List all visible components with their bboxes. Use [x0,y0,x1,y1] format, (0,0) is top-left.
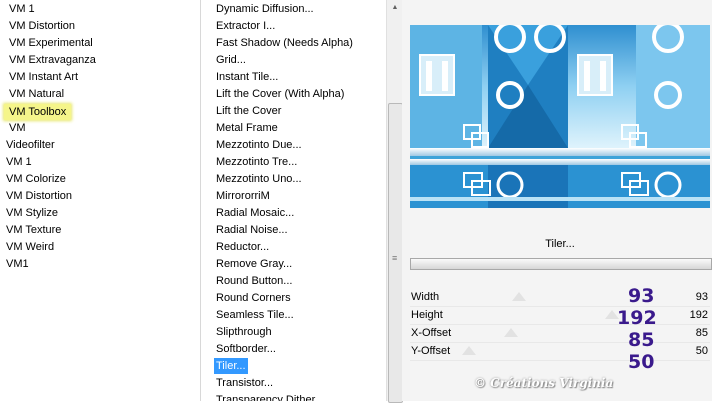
category-item[interactable]: VM 1 [6,154,32,170]
filter-item[interactable]: Dynamic Diffusion... [216,1,314,17]
param-value: 93 [695,291,708,303]
param-row-height[interactable]: Height 192 [410,307,710,325]
category-item[interactable]: VM Distortion [9,18,75,34]
slider-thumb-icon[interactable] [462,346,476,355]
category-item[interactable]: VM Extravaganza [9,52,96,68]
param-row-x-offset[interactable]: X-Offset 85 [410,325,710,343]
filter-preview-image [410,25,710,208]
filter-item[interactable]: Transistor... [216,375,273,391]
annotation-width-value: 93 [628,285,655,307]
preview-separator-bar [410,258,712,270]
filter-item[interactable]: Remove Gray... [216,256,292,272]
category-item[interactable]: VM Texture [6,222,61,238]
param-label: Width [411,291,440,303]
scroll-up-arrow-icon[interactable]: ▲ [387,0,403,16]
filter-item[interactable]: Mezzotinto Due... [216,137,302,153]
filter-item[interactable]: Mezzotinto Uno... [216,171,302,187]
filter-item[interactable]: Fast Shadow (Needs Alpha) [216,35,353,51]
grip-icon: ≡ [392,253,398,263]
filter-item[interactable]: Metal Frame [216,120,278,136]
annotation-height-value: 192 [617,307,657,329]
filter-list-scrollbar[interactable]: ▲ ≡ [386,0,403,403]
slider-thumb-icon[interactable] [504,328,518,337]
filter-item[interactable]: Softborder... [216,341,276,357]
category-item[interactable]: VM Stylize [6,205,58,221]
filter-item[interactable]: Reductor... [216,239,269,255]
filter-item[interactable]: Grid... [216,52,246,68]
filter-item[interactable]: Radial Mosaic... [216,205,294,221]
filter-item[interactable]: Round Corners [216,290,291,306]
category-item[interactable]: VM [9,120,26,136]
param-value: 85 [695,327,708,339]
category-item[interactable]: VM Distortion [6,188,72,204]
annotation-x-offset-value: 85 [628,329,655,351]
param-value: 192 [689,309,708,321]
param-label: Height [411,309,443,321]
filter-item[interactable]: Extractor I... [216,18,275,34]
category-item[interactable]: VM Instant Art [9,69,78,85]
param-value: 50 [695,345,708,357]
category-item[interactable]: VM1 [6,256,29,272]
category-item[interactable]: VM Colorize [6,171,66,187]
category-item[interactable]: Videofilter [6,137,55,153]
filter-item[interactable]: Mezzotinto Tre... [216,154,297,170]
filter-settings-panel: Tiler... Width 93 Height 192 X-Offset 85… [402,0,712,401]
filter-item[interactable]: Slipthrough [216,324,272,340]
selected-filter-name: Tiler... [545,238,575,250]
filter-item[interactable]: Seamless Tile... [216,307,294,323]
filter-item[interactable]: Radial Noise... [216,222,288,238]
filter-item[interactable]: Lift the Cover (With Alpha) [216,86,344,102]
filter-item[interactable]: Round Button... [216,273,292,289]
filter-item[interactable]: Transparency Dither [216,392,315,401]
category-item-selected[interactable]: VM Toolbox [4,104,72,120]
category-item[interactable]: VM Weird [6,239,54,255]
param-label: X-Offset [411,327,452,339]
annotation-y-offset-value: 50 [628,351,655,373]
param-label: Y-Offset [411,345,451,357]
param-row-y-offset[interactable]: Y-Offset 50 [410,343,710,361]
filter-item[interactable]: MirrororriM [216,188,270,204]
category-item[interactable]: VM 1 [9,1,35,17]
filter-item[interactable]: Lift the Cover [216,103,281,119]
category-list[interactable]: VM 1 VM Distortion VM Experimental VM Ex… [0,0,200,401]
filter-item[interactable]: Instant Tile... [216,69,278,85]
filter-item-selected[interactable]: Tiler... [214,358,248,374]
slider-thumb-icon[interactable] [512,292,526,301]
scroll-thumb[interactable]: ≡ [388,103,403,403]
category-item[interactable]: VM Experimental [9,35,93,51]
watermark: © Créations Virginia [474,376,614,390]
category-item[interactable]: VM Natural [9,86,64,102]
param-row-width[interactable]: Width 93 [410,289,710,307]
filter-list[interactable]: Dynamic Diffusion... Extractor I... Fast… [200,0,387,401]
